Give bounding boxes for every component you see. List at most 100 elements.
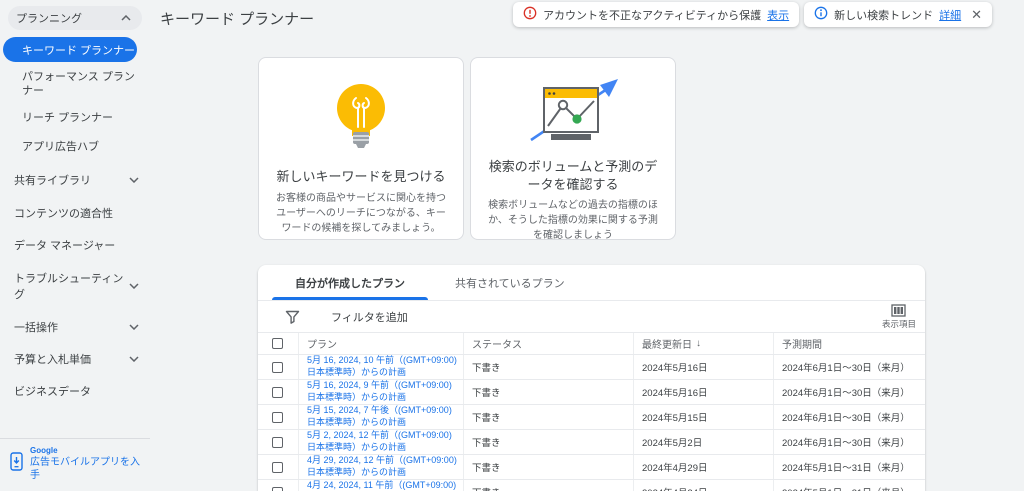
status-cell: 下書き [463,355,633,379]
row-checkbox[interactable] [272,361,283,373]
filter-bar: フィルタを追加 表示項目 [258,301,925,333]
filter-icon[interactable] [285,310,300,324]
sidebar-item-label: プランニング [16,13,82,25]
column-header-last-updated[interactable]: 最終更新日 ↓ [633,333,773,354]
updated-cell: 2024年4月24日 [633,480,773,491]
sidebar-item-business-data[interactable]: ビジネスデータ [14,383,139,399]
plan-link[interactable]: 5月 2, 2024, 12 午前（(GMT+09:00) 日本標準時）からの計… [307,430,463,453]
tab-label: 自分が作成したプラン [295,277,405,290]
table-row: 5月 16, 2024, 10 午前（(GMT+09:00) 日本標準時）からの… [258,355,925,380]
chevron-down-icon [129,280,139,292]
updated-cell: 2024年4月29日 [633,455,773,479]
plan-link[interactable]: 4月 24, 2024, 11 午前（(GMT+09:00) 日本標準時）からの… [307,480,463,491]
alert-icon [523,6,537,23]
mobile-phone-icon [10,452,23,476]
tab-my-plans[interactable]: 自分が作成したプラン [270,265,430,300]
chevron-down-icon [129,353,139,365]
period-cell: 2024年6月1日～30日（来月） [773,405,925,429]
row-checkbox[interactable] [272,386,283,398]
sidebar-item-label: キーワード プランナー [22,44,136,57]
sidebar-item-label: 一括操作 [14,322,58,334]
notification-banners: アカウントを不正なアクティビティから保護 表示 新しい検索トレンド 詳細 ✕ [513,2,993,27]
status-cell: 下書き [463,430,633,454]
sidebar-item-label: アプリ広告ハブ [22,141,99,154]
action-cards: 新しいキーワードを見つける お客様の商品やサービスに関心を持つユーザーへのリーチ… [258,57,676,242]
table-row: 4月 29, 2024, 12 午前（(GMT+09:00) 日本標準時）からの… [258,455,925,480]
plan-link[interactable]: 5月 16, 2024, 10 午前（(GMT+09:00) 日本標準時）からの… [307,355,463,378]
period-cell: 2024年6月1日～30日（来月） [773,380,925,404]
plan-link[interactable]: 4月 29, 2024, 12 午前（(GMT+09:00) 日本標準時）からの… [307,455,463,478]
banner-show-link[interactable]: 表示 [767,7,789,23]
card-description: お客様の商品やサービスに関心を持つユーザーへのリーチにつながる、キーワードの候補… [276,192,446,234]
card-title: 検索のボリュームと予測のデータを確認する [488,159,658,192]
chevron-down-icon [129,321,139,333]
discover-keywords-card[interactable]: 新しいキーワードを見つける お客様の商品やサービスに関心を持つユーザーへのリーチ… [258,57,464,240]
table-row: 5月 2, 2024, 12 午前（(GMT+09:00) 日本標準時）からの計… [258,430,925,455]
banner-text: 新しい検索トレンド [834,9,934,22]
period-cell: 2024年5月1日～31日（来月） [773,455,925,479]
updated-cell: 2024年5月15日 [633,405,773,429]
table-header-row: プラン ステータス 最終更新日 ↓ 予測期間 [258,333,925,355]
sidebar-item-label: 共有ライブラリ [14,175,91,187]
sidebar-item-budgets-bids[interactable]: 予算と入札単価 [14,351,139,367]
security-alert-banner: アカウントを不正なアクティビティから保護 表示 [513,2,800,27]
lightbulb-icon [328,76,394,164]
period-cell: 2024年6月1日～30日（来月） [773,430,925,454]
plan-link[interactable]: 5月 15, 2024, 7 午後（(GMT+09:00) 日本標準時）からの計… [307,405,463,428]
sidebar: プランニング キーワード プランナー パフォーマンス プランナー リーチ プラン… [0,0,150,491]
search-volume-forecast-card[interactable]: 検索のボリュームと予測のデータを確認する 検索ボリュームなどの過去の指標のほか、… [470,57,676,242]
row-checkbox[interactable] [272,486,283,491]
trend-chart-icon [523,76,623,154]
page-title: キーワード プランナー [160,11,315,28]
sidebar-item-bulk-actions[interactable]: 一括操作 [14,319,139,335]
info-icon [814,6,828,23]
status-cell: 下書き [463,405,633,429]
updated-cell: 2024年5月16日 [633,380,773,404]
columns-button[interactable]: 表示項目 [882,304,916,330]
close-icon[interactable]: ✕ [971,8,982,21]
search-trends-banner: 新しい検索トレンド 詳細 ✕ [804,2,993,27]
add-filter-button[interactable]: フィルタを追加 [331,309,408,325]
table-row: 5月 16, 2024, 9 午前（(GMT+09:00) 日本標準時）からの計… [258,380,925,405]
sidebar-item-planning[interactable]: プランニング [8,6,142,30]
banner-details-link[interactable]: 詳細 [939,7,961,23]
sidebar-item-data-manager[interactable]: データ マネージャー [14,237,139,253]
column-header-forecast-period[interactable]: 予測期間 [773,333,925,354]
chevron-up-icon [121,12,131,24]
plan-link[interactable]: 5月 16, 2024, 9 午前（(GMT+09:00) 日本標準時）からの計… [307,380,463,403]
sidebar-item-performance-planner[interactable]: パフォーマンス プランナー [22,71,136,99]
select-all-checkbox[interactable] [272,338,283,349]
plans-panel: 自分が作成したプラン 共有されているプラン フィルタを追加 表示項目 プラン ス… [258,265,925,491]
row-checkbox[interactable] [272,461,283,473]
period-cell: 2024年6月1日～30日（来月） [773,355,925,379]
table-row: 5月 15, 2024, 7 午後（(GMT+09:00) 日本標準時）からの計… [258,405,925,430]
chevron-down-icon [129,174,139,186]
tab-shared-plans[interactable]: 共有されているプラン [430,265,590,300]
get-mobile-app-link[interactable]: Google 広告モバイルアプリを入手 [0,437,150,491]
column-header-status[interactable]: ステータス [463,333,633,354]
columns-label: 表示項目 [881,319,916,329]
app-link-label: 広告モバイルアプリを入手 [30,457,140,481]
app-link-brand: Google [30,445,58,455]
plans-tabbar: 自分が作成したプラン 共有されているプラン [258,265,925,301]
tab-label: 共有されているプラン [455,277,565,290]
updated-cell: 2024年5月2日 [633,430,773,454]
sidebar-item-label: コンテンツの適合性 [14,208,113,220]
table-row: 4月 24, 2024, 11 午前（(GMT+09:00) 日本標準時）からの… [258,480,925,491]
columns-icon [891,304,907,317]
sidebar-item-label: ビジネスデータ [14,386,91,398]
sort-descending-icon: ↓ [696,338,701,349]
updated-cell: 2024年5月16日 [633,355,773,379]
sidebar-item-app-ads-hub[interactable]: アプリ広告ハブ [22,141,136,155]
sidebar-item-reach-planner[interactable]: リーチ プランナー [22,112,136,126]
sidebar-item-content-suitability[interactable]: コンテンツの適合性 [14,205,139,221]
sidebar-item-troubleshooting[interactable]: トラブルシューティング [14,270,139,302]
sidebar-item-shared-library[interactable]: 共有ライブラリ [14,172,139,188]
card-description: 検索ボリュームなどの過去の指標のほか、そうした指標の効果に関する予測を確認しまし… [488,200,658,242]
sidebar-item-keyword-planner[interactable]: キーワード プランナー [3,37,137,62]
column-header-plan[interactable]: プラン [298,333,463,354]
sidebar-item-label: トラブルシューティング [14,273,124,301]
row-checkbox[interactable] [272,436,283,448]
period-cell: 2024年5月1日～31日（来月） [773,480,925,491]
row-checkbox[interactable] [272,411,283,423]
